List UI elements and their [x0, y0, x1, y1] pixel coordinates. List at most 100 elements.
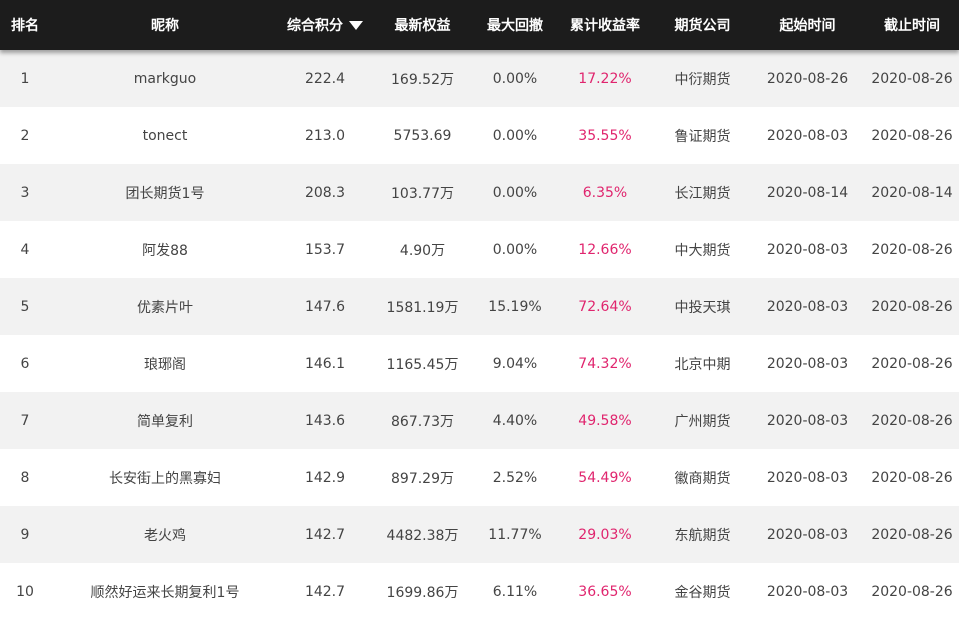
caret-down-icon [349, 20, 363, 30]
cell-name[interactable]: 琅琊阁 [50, 354, 280, 374]
cell-equity: 169.52万 [391, 71, 454, 88]
cell-rank: 10 [16, 583, 34, 600]
cell-drawdown: 0.00% [492, 127, 538, 144]
cell-rank: 1 [20, 70, 30, 87]
cell-equity: 1699.86万 [386, 584, 459, 601]
cell-return: 12.66% [578, 241, 632, 258]
cell-score: 142.9 [304, 469, 346, 486]
table-row[interactable]: 4 阿发88 153.7 4.90万 0.00% 12.66% 中大期货 202… [0, 221, 959, 278]
cell-start-date: 2020-08-03 [766, 241, 849, 258]
cell-rank: 5 [20, 298, 30, 315]
cell-end-date: 2020-08-26 [871, 70, 953, 87]
table-row[interactable]: 8 长安街上的黑寡妇 142.9 897.29万 2.52% 54.49% 徽商… [0, 449, 959, 506]
cell-return: 72.64% [578, 298, 632, 315]
cell-return: 36.65% [578, 583, 632, 600]
cell-rank: 3 [20, 184, 30, 201]
cell-name[interactable]: 顺然好运来长期复利1号 [50, 582, 280, 602]
cell-company: 东航期货 [674, 527, 731, 544]
cell-company: 中投天琪 [674, 299, 731, 316]
header-score-label: 综合积分 [287, 18, 343, 34]
cell-start-date: 2020-08-14 [766, 184, 849, 201]
cell-rank: 7 [20, 412, 30, 429]
cell-end-date: 2020-08-26 [871, 469, 953, 486]
cell-start-date: 2020-08-03 [766, 412, 849, 429]
cell-equity: 897.29万 [391, 470, 454, 487]
cell-start-date: 2020-08-03 [766, 298, 849, 315]
cell-return: 49.58% [578, 412, 632, 429]
cell-rank: 4 [20, 241, 30, 258]
cell-drawdown: 11.77% [488, 526, 542, 543]
cell-name[interactable]: 简单复利 [50, 411, 280, 431]
cell-start-date: 2020-08-03 [766, 127, 849, 144]
cell-start-date: 2020-08-26 [766, 70, 849, 87]
cell-score: 147.6 [304, 298, 346, 315]
cell-name[interactable]: 长安街上的黑寡妇 [50, 468, 280, 488]
table-row[interactable]: 1 markguo 222.4 169.52万 0.00% 17.22% 中衍期… [0, 50, 959, 107]
cell-end-date: 2020-08-26 [871, 298, 953, 315]
cell-company: 中衍期货 [674, 71, 731, 88]
cell-rank: 6 [20, 355, 30, 372]
cell-return: 17.22% [578, 70, 632, 87]
cell-name[interactable]: markguo [50, 71, 280, 87]
cell-score: 142.7 [304, 583, 346, 600]
table-body: 1 markguo 222.4 169.52万 0.00% 17.22% 中衍期… [0, 50, 959, 620]
cell-equity: 867.73万 [391, 413, 454, 430]
cell-drawdown: 0.00% [492, 70, 538, 87]
table-row[interactable]: 6 琅琊阁 146.1 1165.45万 9.04% 74.32% 北京中期 2… [0, 335, 959, 392]
cell-company: 中大期货 [674, 242, 731, 259]
cell-score: 142.7 [304, 526, 346, 543]
cell-drawdown: 0.00% [492, 184, 538, 201]
table-row[interactable]: 7 简单复利 143.6 867.73万 4.40% 49.58% 广州期货 2… [0, 392, 959, 449]
header-start: 起始时间 [779, 18, 836, 34]
cell-start-date: 2020-08-03 [766, 583, 849, 600]
cell-rank: 8 [20, 469, 30, 486]
header-rank: 排名 [11, 18, 39, 34]
cell-end-date: 2020-08-26 [871, 355, 953, 372]
cell-company: 徽商期货 [674, 470, 731, 487]
cell-start-date: 2020-08-03 [766, 355, 849, 372]
cell-name[interactable]: 团长期货1号 [50, 183, 280, 203]
table-row[interactable]: 5 优素片叶 147.6 1581.19万 15.19% 72.64% 中投天琪… [0, 278, 959, 335]
table-row[interactable]: 2 tonect 213.0 5753.69 0.00% 35.55% 鲁证期货… [0, 107, 959, 164]
cell-equity: 1165.45万 [386, 356, 459, 373]
cell-return: 6.35% [582, 184, 628, 201]
cell-name[interactable]: 优素片叶 [50, 297, 280, 317]
table-row[interactable]: 3 团长期货1号 208.3 103.77万 0.00% 6.35% 长江期货 … [0, 164, 959, 221]
table-row[interactable]: 9 老火鸡 142.7 4482.38万 11.77% 29.03% 东航期货 … [0, 506, 959, 563]
cell-start-date: 2020-08-03 [766, 526, 849, 543]
cell-equity: 103.77万 [391, 185, 454, 202]
cell-equity: 4482.38万 [386, 527, 459, 544]
header-drawdown: 最大回撤 [487, 18, 543, 34]
cell-equity: 4.90万 [399, 242, 446, 259]
cell-drawdown: 4.40% [492, 412, 538, 429]
cell-name[interactable]: tonect [50, 128, 280, 144]
cell-return: 74.32% [578, 355, 632, 372]
cell-drawdown: 2.52% [492, 469, 538, 486]
cell-drawdown: 0.00% [492, 241, 538, 258]
cell-name[interactable]: 老火鸡 [50, 525, 280, 545]
cell-company: 长江期货 [674, 185, 731, 202]
header-return: 累计收益率 [570, 18, 640, 34]
cell-drawdown: 9.04% [492, 355, 538, 372]
table-header: 排名 昵称 综合积分 最新权益 最大回撤 累计收益率 期货公司 起始时间 截止时… [0, 0, 959, 50]
cell-company: 北京中期 [674, 356, 731, 373]
cell-drawdown: 6.11% [492, 583, 538, 600]
table-row[interactable]: 10 顺然好运来长期复利1号 142.7 1699.86万 6.11% 36.6… [0, 563, 959, 620]
header-company: 期货公司 [674, 18, 731, 34]
ranking-table: 排名 昵称 综合积分 最新权益 最大回撤 累计收益率 期货公司 起始时间 截止时… [0, 0, 959, 620]
cell-company: 金谷期货 [674, 584, 731, 601]
header-name: 昵称 [151, 18, 179, 34]
cell-name[interactable]: 阿发88 [50, 240, 280, 260]
cell-end-date: 2020-08-26 [871, 526, 953, 543]
header-equity: 最新权益 [394, 18, 451, 34]
header-score-sort[interactable]: 综合积分 [280, 15, 370, 35]
cell-return: 54.49% [578, 469, 632, 486]
cell-equity: 5753.69 [393, 127, 452, 144]
cell-company: 广州期货 [674, 413, 731, 430]
cell-return: 29.03% [578, 526, 632, 543]
cell-rank: 9 [20, 526, 30, 543]
cell-score: 222.4 [304, 70, 346, 87]
cell-end-date: 2020-08-26 [871, 412, 953, 429]
cell-start-date: 2020-08-03 [766, 469, 849, 486]
cell-return: 35.55% [578, 127, 632, 144]
